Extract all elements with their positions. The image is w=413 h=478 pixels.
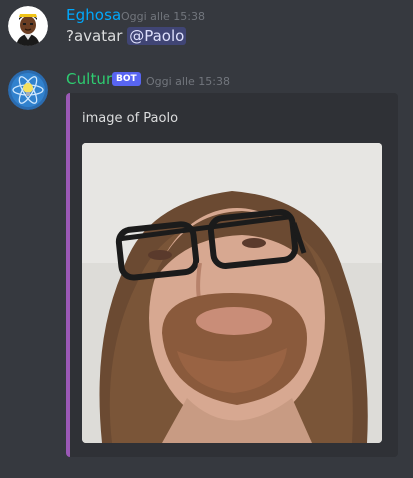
- embed-description: image of Paolo: [82, 111, 179, 126]
- timestamp: Oggi alle 15:38: [146, 75, 230, 88]
- username[interactable]: Cultur: [66, 70, 112, 88]
- user-mention[interactable]: @Paolo: [127, 27, 187, 45]
- avatar-photo-icon: [82, 143, 382, 443]
- message-content: ?avatar @Paolo: [66, 27, 187, 45]
- atom-lightbulb-icon: [8, 70, 48, 110]
- user-avatar-icon: [8, 6, 48, 46]
- username[interactable]: Eghosa: [66, 6, 121, 24]
- timestamp: Oggi alle 15:38: [121, 10, 205, 23]
- avatar-eghosa[interactable]: [8, 6, 48, 46]
- command-text: ?avatar: [66, 27, 128, 45]
- embed-image[interactable]: [82, 143, 382, 443]
- avatar-cultur[interactable]: [8, 70, 48, 110]
- embed: image of Paolo: [66, 93, 398, 457]
- bot-badge: BOT: [112, 72, 141, 86]
